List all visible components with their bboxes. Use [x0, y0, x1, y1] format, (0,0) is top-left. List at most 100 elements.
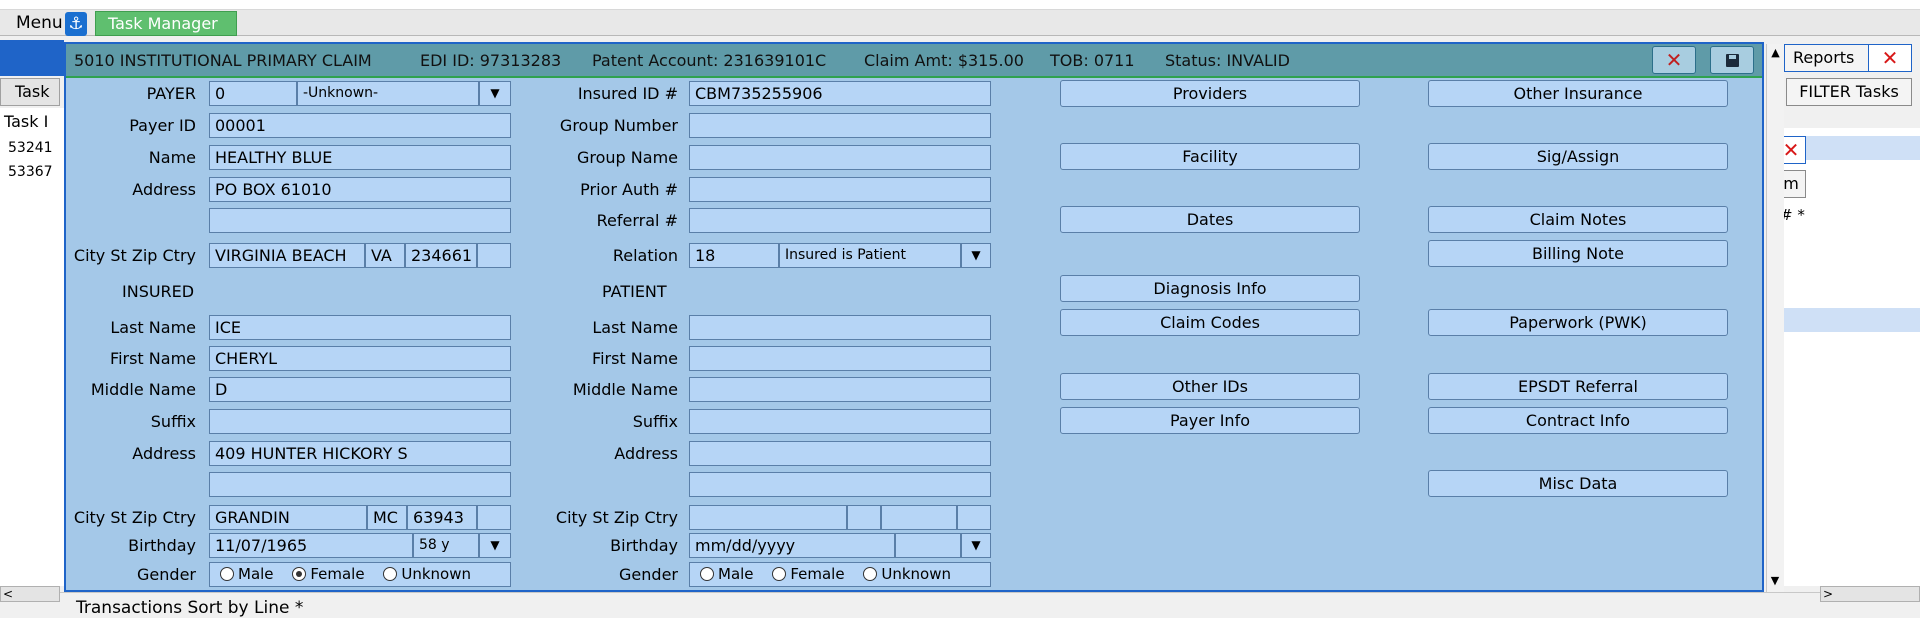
providers-button[interactable]: Providers	[1060, 80, 1360, 107]
relation-select[interactable]: Insured is Patient	[779, 243, 961, 268]
insured-zip-field[interactable]: 63943	[407, 505, 477, 530]
billing-note-button[interactable]: Billing Note	[1428, 240, 1728, 267]
referral-label: Referral #	[596, 211, 678, 230]
filter-tasks-button[interactable]: FILTER Tasks	[1786, 78, 1912, 106]
paperwork-button[interactable]: Paperwork (PWK)	[1428, 309, 1728, 336]
scroll-right-arrow[interactable]: >	[1820, 586, 1920, 602]
payer-select[interactable]: -Unknown-	[297, 81, 479, 106]
insured-gender-male-radio[interactable]	[220, 567, 234, 581]
insured-last-name-field[interactable]: ICE	[209, 315, 511, 340]
payer-city-field[interactable]: VIRGINIA BEACH	[209, 243, 365, 268]
payer-zip-field[interactable]: 234661	[405, 243, 477, 268]
insured-state-field[interactable]: MC	[367, 505, 407, 530]
patient-country-field[interactable]	[957, 505, 991, 530]
gender-option-label: Male	[238, 565, 274, 583]
insured-address2-field[interactable]	[209, 472, 511, 497]
tab-task-manager[interactable]: Task Manager	[95, 11, 237, 36]
facility-button[interactable]: Facility	[1060, 143, 1360, 170]
payer-info-button[interactable]: Payer Info	[1060, 407, 1360, 434]
payer-city-label: City St Zip Ctry	[73, 246, 196, 265]
contract-info-button[interactable]: Contract Info	[1428, 407, 1728, 434]
misc-data-button[interactable]: Misc Data	[1428, 470, 1728, 497]
patient-last-name-field[interactable]	[689, 315, 991, 340]
insured-address-field[interactable]: 409 HUNTER HICKORY S	[209, 441, 511, 466]
save-icon[interactable]	[1710, 46, 1754, 74]
dates-button[interactable]: Dates	[1060, 206, 1360, 233]
payer-address2-field[interactable]	[209, 208, 511, 233]
insured-country-field[interactable]	[477, 505, 511, 530]
patient-address-field[interactable]	[689, 441, 991, 466]
patient-birthday-field[interactable]: mm/dd/yyyy	[689, 533, 895, 558]
epsdt-referral-button[interactable]: EPSDT Referral	[1428, 373, 1728, 400]
patient-gender-unknown-radio[interactable]	[863, 567, 878, 581]
insured-birthday-dropdown-icon[interactable]: ▼	[479, 533, 511, 558]
insured-gender-radio-group: Male Female Unknown	[209, 562, 511, 587]
insured-middle-name-field[interactable]: D	[209, 377, 511, 402]
group-number-field[interactable]	[689, 113, 991, 138]
patient-address-label: Address	[614, 444, 678, 463]
other-ids-button[interactable]: Other IDs	[1060, 373, 1360, 400]
payer-address-field[interactable]: PO BOX 61010	[209, 177, 511, 202]
patient-first-name-field[interactable]	[689, 346, 991, 371]
patient-zip-field[interactable]	[881, 505, 957, 530]
patient-gender-male-radio[interactable]	[700, 567, 714, 581]
patient-middle-name-field[interactable]	[689, 377, 991, 402]
prior-auth-label: Prior Auth #	[580, 180, 678, 199]
relation-code-field[interactable]: 18	[689, 243, 779, 268]
gender-option-label: Unknown	[881, 565, 951, 583]
diagnosis-info-button[interactable]: Diagnosis Info	[1060, 275, 1360, 302]
patient-gender-female-radio[interactable]	[772, 567, 787, 581]
payer-country-field[interactable]	[477, 243, 511, 268]
gender-option-label: Female	[790, 565, 845, 583]
other-insurance-button[interactable]: Other Insurance	[1428, 80, 1728, 107]
payer-state-field[interactable]: VA	[365, 243, 405, 268]
payer-name-field[interactable]: HEALTHY BLUE	[209, 145, 511, 170]
insured-address-label: Address	[132, 444, 196, 463]
insured-gender-female-radio[interactable]	[292, 567, 307, 581]
close-icon[interactable]: ✕	[1652, 46, 1696, 74]
vertical-scrollbar[interactable]: ▲	[1766, 44, 1784, 592]
claim-notes-button[interactable]: Claim Notes	[1428, 206, 1728, 233]
insured-city-field[interactable]: GRANDIN	[209, 505, 367, 530]
insured-gender-unknown-radio[interactable]	[383, 567, 398, 581]
insured-suffix-field[interactable]	[209, 409, 511, 434]
patient-last-name-label: Last Name	[592, 318, 678, 337]
insured-birthday-field[interactable]: 11/07/1965	[209, 533, 413, 558]
insured-first-name-field[interactable]: CHERYL	[209, 346, 511, 371]
referral-field[interactable]	[689, 208, 991, 233]
reports-close-icon[interactable]: ✕	[1868, 44, 1912, 72]
task-row[interactable]: 53241	[0, 136, 64, 160]
background-selected-row[interactable]	[1770, 308, 1920, 332]
relation-dropdown-icon[interactable]: ▼	[961, 243, 991, 268]
task-button[interactable]: Task	[0, 78, 60, 106]
prior-auth-field[interactable]	[689, 177, 991, 202]
claim-codes-button[interactable]: Claim Codes	[1060, 309, 1360, 336]
scroll-down-arrow[interactable]: ▼	[1766, 574, 1784, 587]
top-strip	[0, 0, 1920, 10]
anchor-icon[interactable]: ⚓	[65, 12, 87, 36]
payer-dropdown-icon[interactable]: ▼	[479, 81, 511, 106]
insured-gender-label: Gender	[137, 565, 196, 584]
menu-button[interactable]: Menu	[16, 13, 63, 33]
payer-code-field[interactable]: 0	[209, 81, 297, 106]
group-name-field[interactable]	[689, 145, 991, 170]
patient-city-label: City St Zip Ctry	[555, 508, 678, 527]
task-id-column-header[interactable]: Task I	[4, 112, 48, 131]
insured-header: INSURED	[122, 282, 195, 301]
insured-id-label: Insured ID #	[577, 84, 678, 103]
relation-label: Relation	[612, 246, 678, 265]
patient-address2-field[interactable]	[689, 472, 991, 497]
scroll-left-arrow[interactable]: <	[0, 586, 60, 602]
patient-gender-radio-group: Male Female Unknown	[689, 562, 991, 587]
patient-city-field[interactable]	[689, 505, 847, 530]
patient-suffix-label: Suffix	[632, 412, 678, 431]
payer-label: PAYER	[146, 84, 196, 103]
insured-id-field[interactable]: CBM735255906	[689, 81, 991, 106]
payer-id-field[interactable]: 00001	[209, 113, 511, 138]
patient-birthday-dropdown-icon[interactable]: ▼	[961, 533, 991, 558]
patient-suffix-field[interactable]	[689, 409, 991, 434]
task-row[interactable]: 53367	[0, 160, 64, 184]
patient-state-field[interactable]	[847, 505, 881, 530]
sig-assign-button[interactable]: Sig/Assign	[1428, 143, 1728, 170]
patient-middle-name-label: Middle Name	[572, 380, 678, 399]
